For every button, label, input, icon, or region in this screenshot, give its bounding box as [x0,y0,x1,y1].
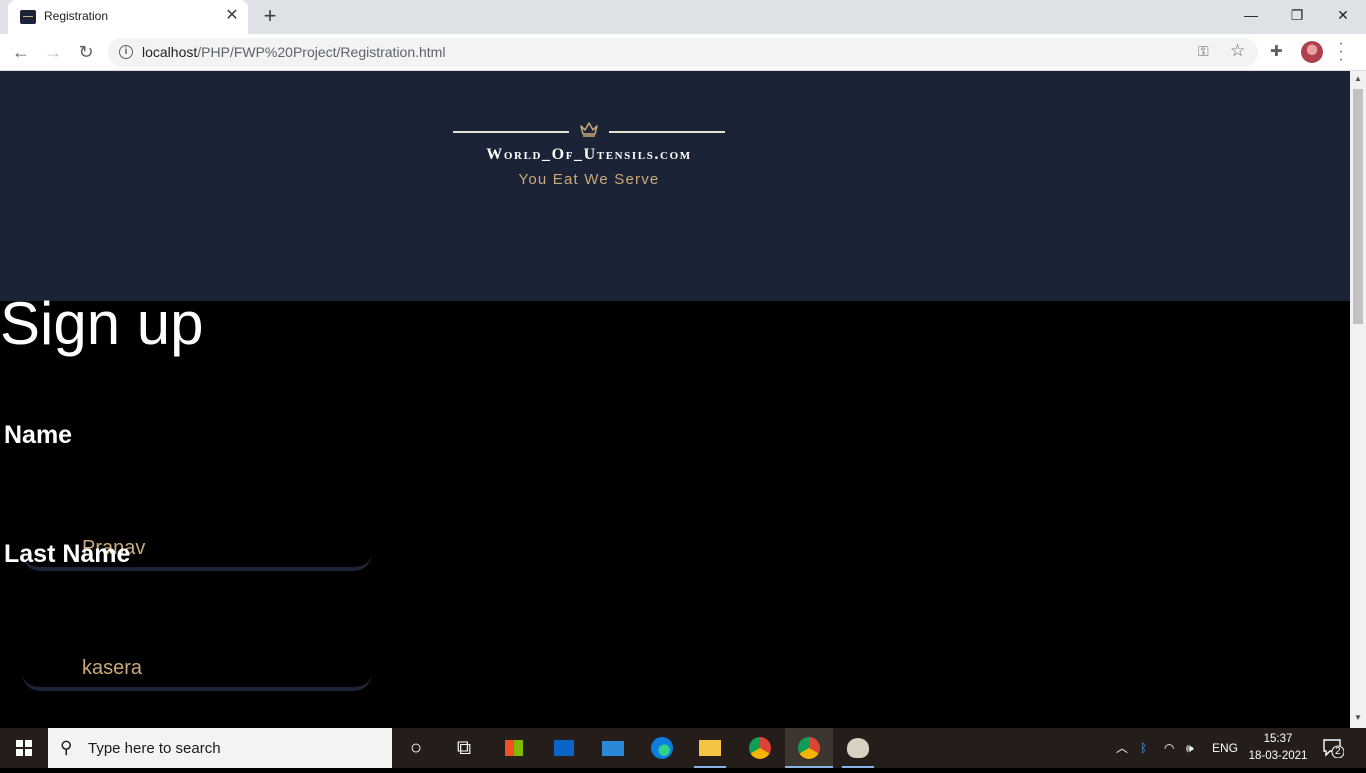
crown-icon [580,122,598,137]
browser-tabstrip: Registration ✕ + — ❐ ✕ [0,0,1366,34]
back-arrow-icon[interactable]: ← [8,40,34,66]
address-bar[interactable]: i localhost/PHP/FWP%20Project/Registrati… [108,38,1258,67]
language-indicator[interactable]: ENG [1212,728,1238,768]
restore-button[interactable]: ❐ [1274,0,1320,32]
scroll-down-icon[interactable]: ▼ [1354,713,1362,722]
notification-count: 2 [1335,746,1341,757]
cortana-icon[interactable]: ○ [392,728,440,768]
profile-avatar[interactable] [1301,41,1323,63]
bookmark-star-icon[interactable]: ☆ [1230,41,1245,61]
browser-menu-icon[interactable]: · · · [1336,36,1346,68]
page-viewport: World_Of_Utensils.com You Eat We Serve S… [0,71,1350,728]
store-icon[interactable] [490,728,538,768]
key-icon[interactable]: ⚿ [1198,43,1209,60]
last-name-field[interactable] [22,649,372,691]
site-info-icon[interactable]: i [119,45,133,59]
page-title: Sign up [0,290,204,357]
taskbar-search[interactable]: ⚲ Type here to search [48,728,392,768]
tray-overflow-icon[interactable]: ︿ [1116,728,1128,768]
tab-registration[interactable]: Registration ✕ [8,0,248,34]
scroll-thumb[interactable] [1353,89,1363,324]
task-view-icon[interactable]: ⧉ [440,728,488,768]
mail-icon[interactable] [589,728,637,768]
paint-icon[interactable] [834,728,882,768]
clock-time: 15:37 [1263,733,1293,745]
chrome-icon[interactable] [736,728,784,768]
brand-tagline: You Eat We Serve [518,171,660,188]
tab-close-button[interactable]: ✕ [224,8,240,24]
windows-logo-icon [16,740,32,756]
forward-arrow-icon[interactable]: → [40,40,66,66]
brand-name: World_Of_Utensils.com [486,146,692,163]
name-label: Name [4,421,73,449]
new-tab-button[interactable]: + [258,5,282,29]
reload-icon[interactable]: ↻ [73,40,99,66]
taskbar-clock[interactable]: 15:37 18-03-2021 [1248,731,1308,765]
page-scrollbar[interactable]: ▲ ▼ [1350,71,1366,728]
chrome-profile-icon[interactable] [785,728,833,768]
bluetooth-icon[interactable]: ᛒ [1140,728,1147,768]
close-window-button[interactable]: ✕ [1320,0,1366,32]
site-logo[interactable]: World_Of_Utensils.com You Eat We Serve [453,121,725,191]
search-placeholder: Type here to search [88,740,221,757]
wifi-icon[interactable]: ◠ [1164,728,1174,768]
url-text: localhost/PHP/FWP%20Project/Registration… [142,44,445,60]
tab-title: Registration [44,9,109,23]
site-header: World_Of_Utensils.com You Eat We Serve [0,71,1350,301]
url-host: localhost [142,44,198,60]
scroll-up-icon[interactable]: ▲ [1354,74,1362,83]
windows-taskbar: ⚲ Type here to search ○ ⧉ ︿ ᛒ ◠ 🕪 ENG 15… [0,728,1366,768]
news-icon[interactable] [540,728,588,768]
search-icon: ⚲ [60,738,73,757]
browser-toolbar: ← → ↻ i localhost/PHP/FWP%20Project/Regi… [0,34,1366,71]
logo-divider-right [609,131,725,133]
extensions-puzzle-icon[interactable]: ✚ [1270,42,1283,60]
notification-center-icon[interactable]: 2 [1322,738,1345,759]
last-name-label: Last Name [4,540,131,568]
start-button[interactable] [0,728,48,768]
url-path: /PHP/FWP%20Project/Registration.html [197,44,446,60]
site-favicon-icon [20,10,36,24]
volume-icon[interactable]: 🕪 [1186,728,1194,768]
file-explorer-icon[interactable] [686,728,734,768]
logo-divider-left [453,131,569,133]
minimize-button[interactable]: — [1228,0,1274,32]
clock-date: 18-03-2021 [1248,750,1308,762]
edge-icon[interactable] [638,728,686,768]
